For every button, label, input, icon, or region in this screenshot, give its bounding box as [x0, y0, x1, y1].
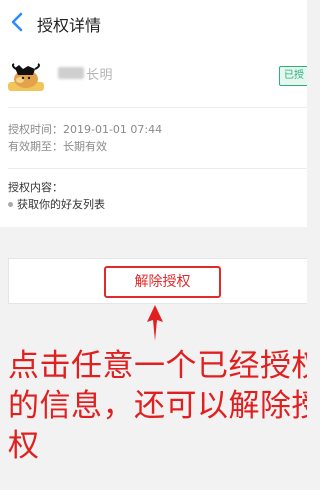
permission-text: 获取你的好友列表 — [17, 198, 105, 211]
instruction-annotation: 点击任意一个已经授权的信息，还可以解除授权 — [8, 348, 307, 464]
back-chevron-icon[interactable] — [10, 12, 24, 32]
authorization-time: 授权时间：2019-01-01 07:44 — [8, 123, 163, 136]
app-name: 长明 — [86, 68, 114, 83]
revoke-row: 解除授权 — [8, 258, 307, 304]
permission-item: 获取你的好友列表 — [8, 196, 105, 213]
page-title: 授权详情 — [37, 16, 102, 35]
status-badge: 已授 — [279, 66, 307, 86]
blurred-app-name — [58, 67, 84, 79]
bullet-icon — [8, 202, 13, 207]
up-arrow-icon — [146, 305, 164, 341]
authorization-content-title: 授权内容： — [8, 181, 63, 194]
divider — [8, 107, 307, 108]
authorization-content-block: 授权内容： 获取你的好友列表 — [8, 179, 105, 213]
authorization-info-card: 长明 已授 授权时间：2019-01-01 07:44 有效期至：长期有效 授权… — [0, 45, 307, 227]
authorization-detail-screen: 授权详情 长明 已授 授权时间：2019-01-01 07:44 有效期至：长期… — [0, 0, 307, 490]
top-bar: 授权详情 — [0, 0, 307, 45]
revoke-authorization-button[interactable]: 解除授权 — [104, 266, 221, 298]
divider — [8, 168, 307, 169]
validity-period: 有效期至：长期有效 — [8, 140, 107, 153]
authorization-time-block: 授权时间：2019-01-01 07:44 有效期至：长期有效 — [8, 121, 162, 155]
app-info-row: 长明 已授 — [0, 45, 307, 107]
cow-app-icon — [8, 59, 44, 95]
